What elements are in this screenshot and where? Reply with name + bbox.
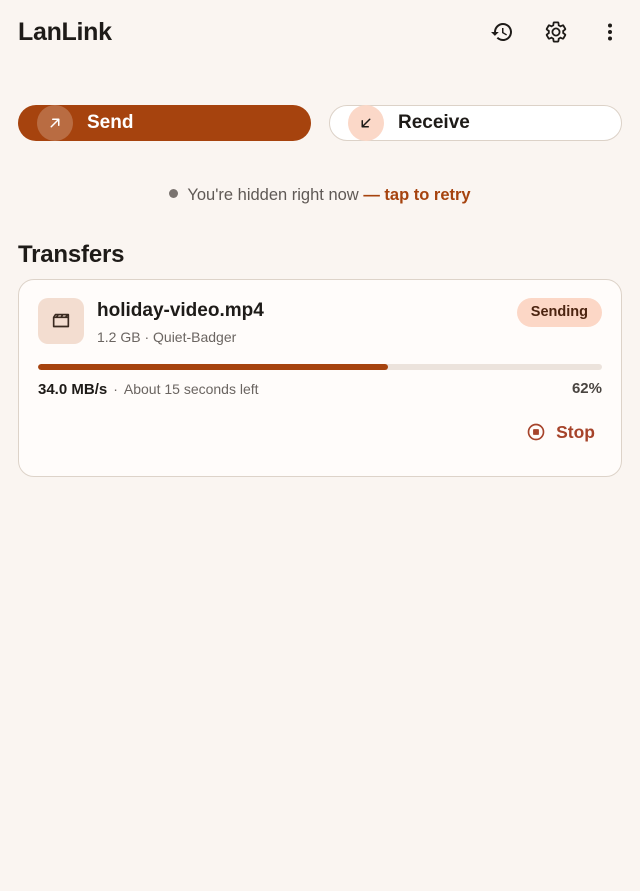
visibility-message: You're hidden right now	[187, 186, 359, 204]
progress-fill	[38, 364, 388, 370]
receive-button[interactable]: Receive	[329, 105, 622, 141]
receive-label: Receive	[398, 112, 470, 133]
history-button[interactable]	[482, 12, 522, 52]
more-options-button[interactable]	[590, 12, 630, 52]
stop-circle-icon	[527, 423, 545, 441]
send-icon-circle	[37, 105, 73, 141]
receive-icon-circle	[348, 105, 384, 141]
retry-link[interactable]: — tap to retry	[363, 186, 470, 204]
speed-row: 34.0 MB/s · About 15 seconds left	[38, 380, 259, 399]
more-vert-icon	[608, 23, 612, 41]
arrow-up-right-icon	[50, 118, 60, 128]
status-badge: Sending	[516, 298, 602, 327]
transfers-heading: Transfers	[18, 241, 125, 268]
visibility-status: You're hidden right now — tap to retry	[0, 184, 640, 206]
movie-icon	[52, 313, 70, 328]
file-name: holiday-video.mp4	[97, 300, 264, 321]
speed-separator: ·	[113, 381, 118, 397]
progress-percent: 62%	[571, 380, 602, 397]
progress-bar	[38, 364, 602, 370]
send-label: Send	[87, 112, 134, 133]
arrow-down-left-icon	[361, 118, 371, 128]
settings-button[interactable]	[536, 12, 576, 52]
file-meta: 1.2 GB · Quiet-Badger	[97, 329, 237, 345]
mode-switch: Send Receive	[18, 105, 622, 141]
file-type-icon-box	[38, 298, 84, 344]
top-actions	[468, 12, 630, 52]
app-title: LanLink	[18, 18, 112, 46]
time-remaining: About 15 seconds left	[123, 381, 259, 397]
send-button[interactable]: Send	[18, 105, 311, 141]
settings-gear-icon	[545, 21, 567, 43]
transfer-speed: 34.0 MB/s	[38, 381, 108, 398]
stop-button[interactable]: Stop	[526, 418, 595, 446]
transfer-card: holiday-video.mp4 1.2 GB · Quiet-Badger …	[18, 279, 622, 477]
stop-label: Stop	[556, 421, 595, 442]
history-icon	[491, 23, 512, 41]
status-dot	[169, 189, 179, 199]
